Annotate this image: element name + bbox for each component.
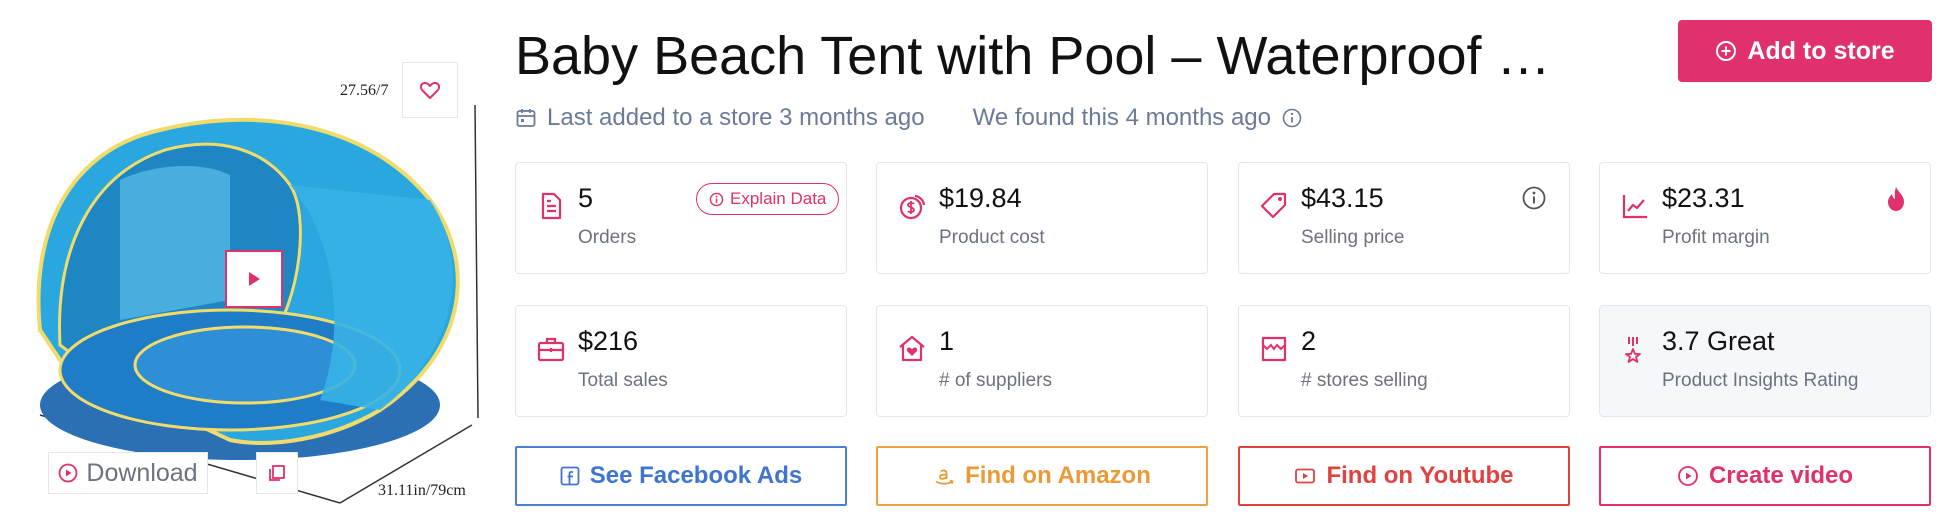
total-sales-value: $216 bbox=[578, 326, 639, 356]
copy-icon bbox=[269, 465, 285, 481]
info-icon bbox=[709, 192, 724, 206]
stores-selling-label: # stores selling bbox=[1301, 370, 1428, 391]
store-icon bbox=[1261, 336, 1287, 362]
facebook-icon bbox=[560, 466, 580, 486]
rating-value: 3.7 Great bbox=[1662, 326, 1775, 356]
profit-margin-value: $23.31 bbox=[1662, 183, 1745, 213]
favorite-button[interactable] bbox=[402, 62, 458, 118]
download-label: Download bbox=[86, 458, 198, 487]
selling-price-card: $43.15 Selling price bbox=[1238, 162, 1570, 274]
see-facebook-ads-label: See Facebook Ads bbox=[589, 462, 803, 489]
product-cost-card: $19.84 Product cost bbox=[876, 162, 1208, 274]
award-icon bbox=[1625, 337, 1641, 363]
dimension-label-width: 31.11in/79cm bbox=[378, 482, 466, 499]
selling-price-value: $43.15 bbox=[1301, 183, 1384, 213]
find-on-youtube-label: Find on Youtube bbox=[1326, 462, 1514, 489]
dimension-label-height: 27.56/7 bbox=[340, 82, 389, 99]
play-icon bbox=[249, 272, 260, 286]
amazon-icon bbox=[935, 469, 954, 485]
document-icon bbox=[541, 192, 562, 220]
add-to-store-label: Add to store bbox=[1747, 36, 1895, 65]
briefcase-icon bbox=[537, 337, 565, 362]
profit-margin-label: Profit margin bbox=[1662, 227, 1770, 248]
play-video-button[interactable] bbox=[225, 250, 283, 308]
selling-price-label: Selling price bbox=[1301, 227, 1405, 248]
find-on-amazon-label: Find on Amazon bbox=[965, 462, 1151, 489]
total-sales-label: Total sales bbox=[578, 370, 668, 391]
orders-label: Orders bbox=[578, 227, 637, 248]
stores-selling-value: 2 bbox=[1301, 326, 1317, 356]
product-cost-label: Product cost bbox=[939, 227, 1045, 248]
product-title: Baby Beach Tent with Pool – Waterproof … bbox=[515, 26, 1551, 86]
info-icon[interactable] bbox=[1521, 185, 1547, 211]
play-circle-icon bbox=[59, 463, 78, 483]
download-button[interactable]: Download bbox=[48, 452, 208, 494]
suppliers-card: 1 # of suppliers bbox=[876, 305, 1208, 417]
orders-value: 5 bbox=[578, 183, 594, 213]
total-sales-card: $216 Total sales bbox=[515, 305, 847, 417]
add-to-store-button[interactable]: Add to store bbox=[1678, 20, 1932, 82]
last-added-text: Last added to a store 3 months ago bbox=[547, 104, 925, 131]
heart-icon bbox=[419, 81, 441, 99]
line-chart-icon bbox=[1622, 195, 1647, 219]
explain-data-button[interactable]: Explain Data bbox=[696, 183, 840, 215]
home-heart-icon bbox=[899, 335, 925, 362]
create-video-button[interactable]: Create video bbox=[1599, 446, 1931, 506]
create-video-label: Create video bbox=[1708, 462, 1854, 489]
price-tag-icon bbox=[1260, 192, 1287, 219]
product-meta: Last added to a store 3 months ago We fo… bbox=[515, 104, 1303, 132]
youtube-icon bbox=[1295, 468, 1316, 484]
found-text: We found this 4 months ago bbox=[972, 104, 1271, 131]
stores-selling-card: 2 # stores selling bbox=[1238, 305, 1570, 417]
rating-card: 3.7 Great Product Insights Rating bbox=[1599, 305, 1931, 417]
profit-margin-card: $23.31 Profit margin bbox=[1599, 162, 1931, 274]
rating-label: Product Insights Rating bbox=[1662, 370, 1859, 391]
copy-button[interactable] bbox=[256, 452, 298, 494]
suppliers-label: # of suppliers bbox=[939, 370, 1053, 391]
orders-card: 5 Orders Explain Data bbox=[515, 162, 847, 274]
coins-icon bbox=[899, 194, 926, 220]
info-icon[interactable] bbox=[1281, 107, 1303, 129]
suppliers-value: 1 bbox=[939, 326, 955, 356]
see-facebook-ads-button[interactable]: See Facebook Ads bbox=[515, 446, 847, 506]
find-on-amazon-button[interactable]: Find on Amazon bbox=[876, 446, 1208, 506]
play-circle-icon bbox=[1678, 466, 1698, 486]
calendar-icon bbox=[516, 109, 536, 127]
find-on-youtube-button[interactable]: Find on Youtube bbox=[1238, 446, 1570, 506]
flame-icon bbox=[1888, 187, 1904, 211]
product-cost-value: $19.84 bbox=[939, 183, 1022, 213]
plus-circle-icon bbox=[1716, 41, 1737, 61]
explain-data-label: Explain Data bbox=[730, 189, 827, 208]
